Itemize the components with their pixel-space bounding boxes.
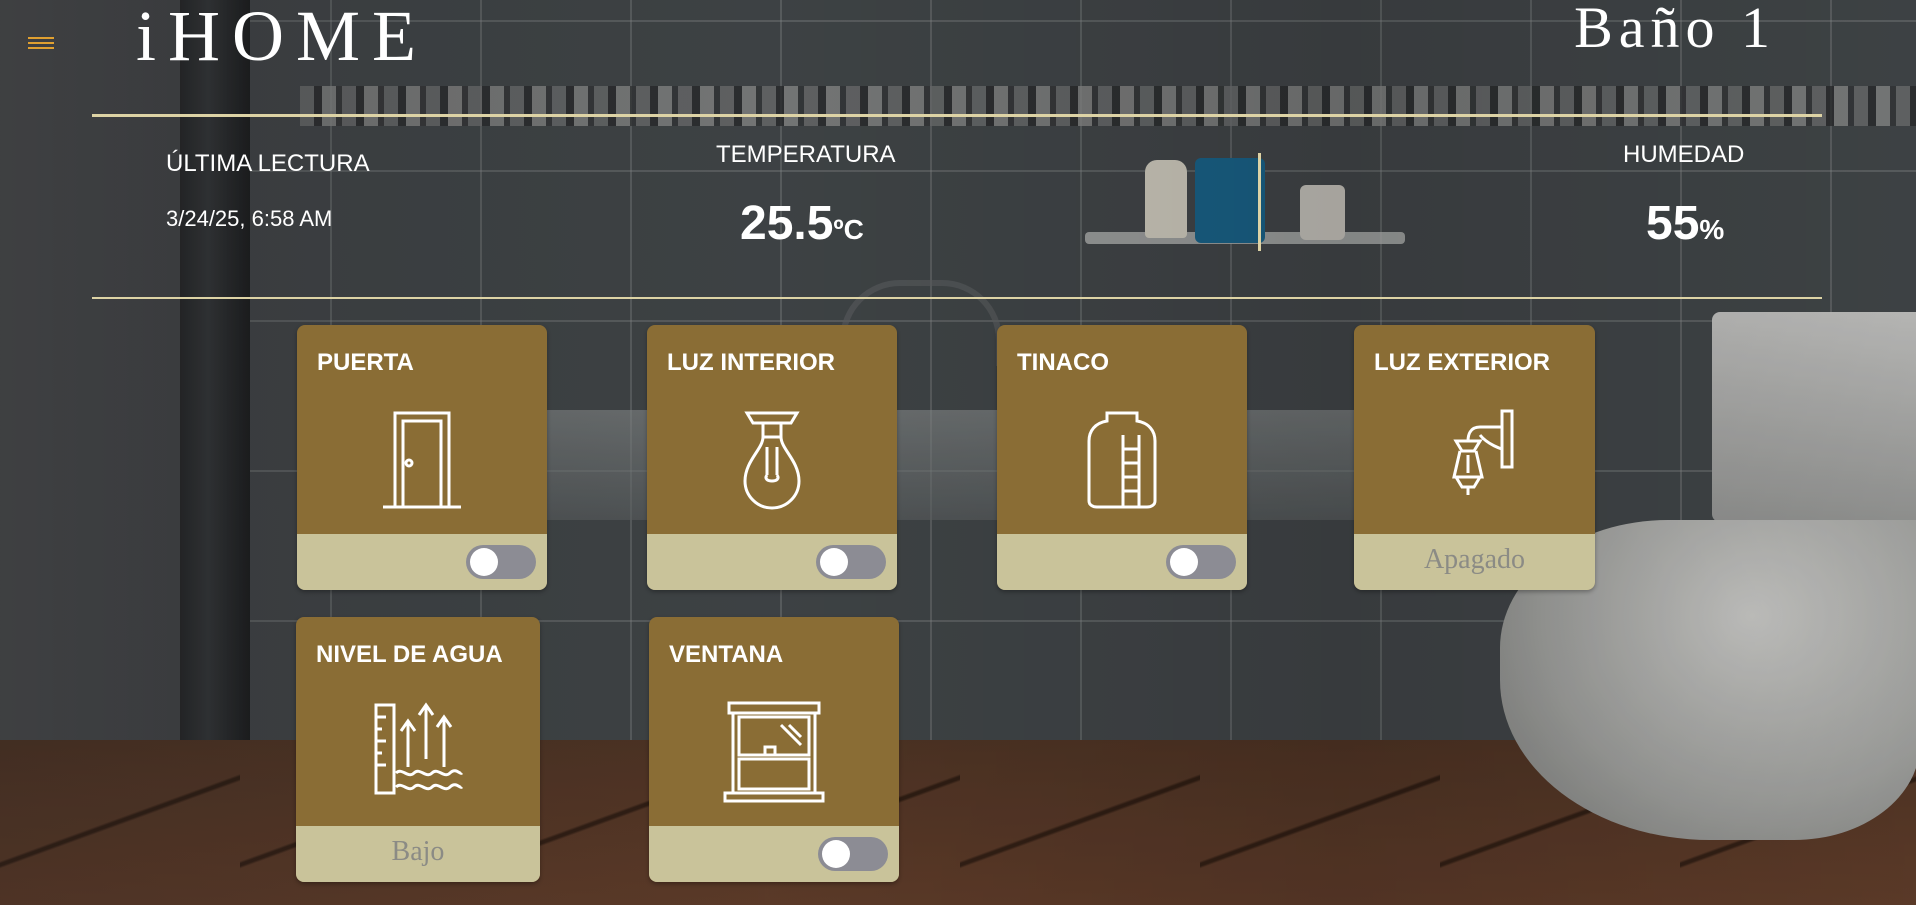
background-photo — [0, 0, 1916, 905]
temperature-unit: ºC — [833, 214, 864, 245]
light-bulb-icon — [647, 405, 897, 515]
water-level-icon — [296, 699, 540, 809]
humidity-readout: 55% — [1646, 196, 1724, 251]
humidity-value: 55 — [1646, 197, 1700, 250]
temperature-label: TEMPERATURA — [716, 141, 896, 168]
window-icon — [649, 697, 899, 807]
card-footer — [647, 534, 897, 590]
card-luz-interior: LUZ INTERIOR — [647, 325, 897, 590]
luz-interior-toggle[interactable] — [816, 545, 886, 579]
card-title: LUZ EXTERIOR — [1374, 349, 1551, 376]
humidity-unit: % — [1699, 214, 1725, 245]
stats-divider-bottom — [92, 297, 1822, 299]
card-tinaco: TINACO — [997, 325, 1247, 590]
card-title: NIVEL DE AGUA — [316, 641, 503, 668]
card-footer — [997, 534, 1247, 590]
water-tank-icon — [997, 405, 1247, 515]
stats-divider — [1258, 153, 1261, 251]
card-footer: Apagado — [1354, 534, 1595, 590]
door-icon — [297, 405, 547, 515]
card-footer — [297, 534, 547, 590]
card-title: LUZ INTERIOR — [667, 349, 835, 376]
temperature-value: 25.5 — [740, 197, 834, 250]
card-nivel-de-agua: NIVEL DE AGUA Bajo — [296, 617, 540, 882]
card-puerta: PUERTA — [297, 325, 547, 590]
last-reading-value: 3/24/25, 6:58 AM — [166, 206, 333, 231]
nivel-de-agua-status: Bajo — [391, 836, 445, 867]
toggle-knob — [820, 548, 848, 576]
room-title: Baño 1 — [1574, 0, 1776, 60]
tinaco-toggle[interactable] — [1166, 545, 1236, 579]
hamburger-menu-icon[interactable] — [28, 34, 54, 56]
temperature-readout: 25.5ºC — [740, 196, 864, 251]
last-reading-label: ÚLTIMA LECTURA — [166, 150, 370, 177]
humidity-label: HUMEDAD — [1623, 141, 1745, 168]
luz-exterior-status: Apagado — [1423, 544, 1526, 575]
ventana-toggle[interactable] — [818, 837, 888, 871]
puerta-toggle[interactable] — [466, 545, 536, 579]
toggle-knob — [470, 548, 498, 576]
header-divider — [92, 114, 1822, 117]
card-title: PUERTA — [317, 349, 414, 376]
card-footer: Bajo — [296, 826, 540, 882]
card-ventana: VENTANA — [649, 617, 899, 882]
toggle-knob — [1170, 548, 1198, 576]
card-title: VENTANA — [669, 641, 784, 668]
card-luz-exterior: LUZ EXTERIOR Apagado — [1354, 325, 1595, 590]
wall-lantern-icon — [1354, 405, 1595, 515]
app-title: iHOME — [136, 0, 428, 76]
card-title: TINACO — [1017, 349, 1109, 376]
toggle-knob — [822, 840, 850, 868]
card-footer — [649, 826, 899, 882]
